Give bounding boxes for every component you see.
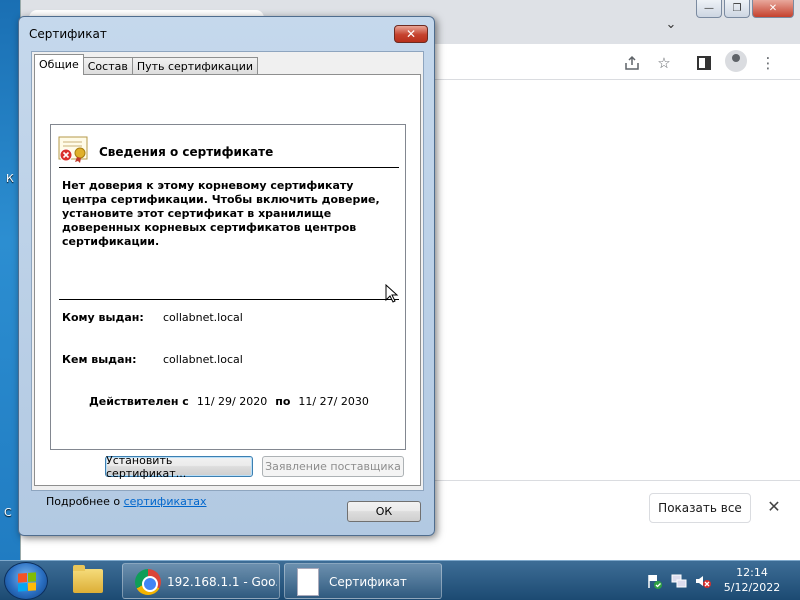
clock-date: 5/12/2022	[723, 581, 781, 594]
tab-certification-path[interactable]: Путь сертификации	[131, 57, 259, 75]
show-all-downloads-button[interactable]: Показать все	[649, 493, 751, 523]
folder-icon	[73, 565, 103, 593]
issued-to-value: collabnet.local	[163, 311, 243, 324]
more-menu-icon[interactable]: ⋮	[757, 52, 779, 74]
certificate-info-box: Сведения о сертификате Нет доверия к это…	[50, 124, 406, 450]
certificate-dialog: Сертификат ✕ Общие Состав Путь сертифика…	[18, 16, 435, 536]
tab-strip: Общие Состав Путь сертификации	[34, 54, 259, 75]
window-controls: — ❐ ✕	[696, 0, 794, 18]
install-certificate-button[interactable]: Установить сертификат...	[105, 454, 253, 480]
system-clock[interactable]: 12:14 5/12/2022	[722, 565, 782, 595]
certificates-link[interactable]: сертификатах	[124, 495, 207, 508]
windows-logo-icon	[18, 572, 36, 592]
divider	[59, 167, 399, 168]
close-downloads-bar-icon[interactable]: ✕	[763, 495, 785, 517]
volume-muted-icon[interactable]	[694, 572, 712, 590]
tab-general[interactable]: Общие	[34, 54, 84, 75]
action-center-flag-icon[interactable]	[646, 572, 664, 590]
taskbar-certificate[interactable]: Сертификат	[284, 563, 442, 599]
info-heading: Сведения о сертификате	[99, 145, 274, 159]
learn-more-text: Подробнее о сертификатах	[46, 495, 207, 508]
trust-warning-message: Нет доверия к этому корневому сертификат…	[62, 179, 380, 248]
taskbar-certificate-label: Сертификат	[329, 575, 407, 589]
issued-to-label: Кому выдан:	[62, 311, 144, 324]
issued-by-label: Кем выдан:	[62, 353, 137, 366]
desktop-edge-text: С	[4, 506, 12, 519]
dialog-close-button[interactable]: ✕	[394, 25, 428, 43]
validity-row: Действителен с 11/ 29/ 2020 по 11/ 27/ 2…	[89, 395, 369, 408]
maximize-button[interactable]: ❐	[724, 0, 750, 18]
side-panel-icon[interactable]	[693, 52, 715, 74]
clock-time: 12:14	[736, 566, 768, 579]
taskbar-chrome-label: 192.168.1.1 - Goo...	[167, 575, 277, 589]
chrome-icon	[135, 569, 161, 595]
close-button[interactable]: ✕	[752, 0, 794, 18]
divider	[59, 299, 399, 300]
start-button[interactable]	[4, 562, 48, 600]
tab-panel-general: Сведения о сертификате Нет доверия к это…	[34, 74, 421, 508]
share-icon[interactable]	[621, 52, 643, 74]
taskbar-chrome[interactable]: 192.168.1.1 - Goo...	[122, 563, 280, 599]
tab-details[interactable]: Состав	[82, 57, 133, 75]
network-icon[interactable]	[670, 572, 688, 590]
desktop-edge-text: К	[6, 172, 14, 185]
issued-by-value: collabnet.local	[163, 353, 243, 366]
dialog-title: Сертификат	[29, 27, 107, 41]
dialog-body: Общие Состав Путь сертификации Сведения …	[31, 51, 424, 508]
valid-from-date: 11/ 29/ 2020	[196, 395, 268, 408]
document-icon	[297, 568, 319, 596]
profile-avatar[interactable]	[725, 50, 747, 72]
certificate-warning-icon	[58, 135, 90, 163]
ok-button[interactable]: ОК	[347, 501, 421, 522]
valid-to-date: 11/ 27/ 2030	[298, 395, 369, 408]
taskbar-explorer[interactable]	[58, 563, 118, 599]
valid-from-label: Действителен с	[89, 395, 189, 408]
minimize-button[interactable]: —	[696, 0, 722, 18]
mouse-pointer-icon	[385, 284, 399, 303]
chevron-down-icon[interactable]: ⌄	[661, 14, 681, 34]
taskbar: 192.168.1.1 - Goo... Сертификат 12:14 5/…	[0, 560, 800, 600]
issuer-statement-button[interactable]: Заявление поставщика	[262, 456, 404, 477]
bookmark-star-icon[interactable]: ☆	[653, 52, 675, 74]
valid-to-label: по	[275, 395, 291, 408]
learn-more-prefix: Подробнее о	[46, 495, 124, 508]
